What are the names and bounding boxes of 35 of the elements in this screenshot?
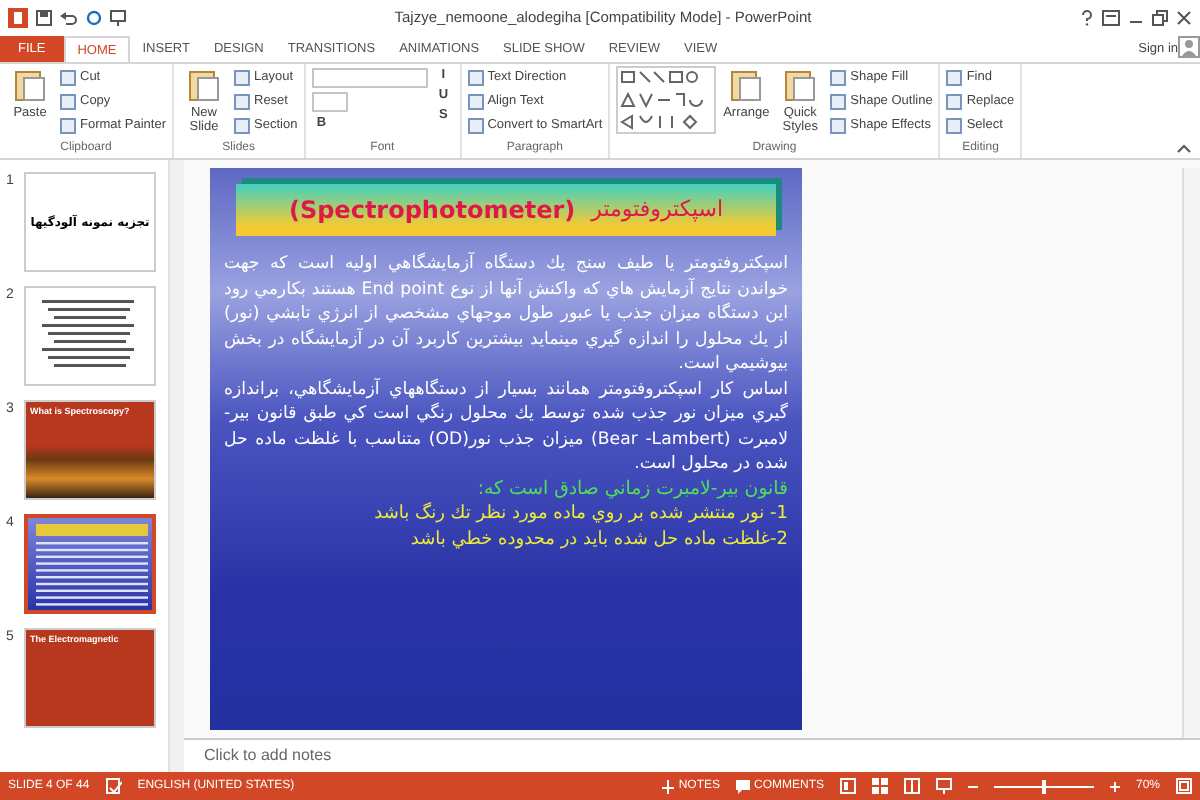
font-size-field[interactable] xyxy=(311,92,348,112)
slide-paragraph: اساس کار اسپکتروفتومتر همانند بسیار از دستگاههاي آزمایشگاهي، براندازه گیري میزان نور جذب شده توسط یك محلول رنگي است کي طبق قانون بیر-لامبرت (Bear -Lambert) میزان جذب نور(OD) متناسب با غلظت ماده حل شده در محلول است. xyxy=(224,377,788,477)
list-item: 1- نور منتشر شده بر روي ماده مورد نظر تك رنگ باشد xyxy=(372,502,788,527)
slide-subheading: قانون بیر-لامبرت زماني صادق است که: xyxy=(475,477,788,502)
notes-field[interactable]: Click to add notes xyxy=(184,738,1200,772)
user-avatar-icon[interactable] xyxy=(1178,36,1200,58)
slideshow-icon[interactable] xyxy=(935,778,952,794)
app-logo-icon[interactable] xyxy=(8,8,28,28)
help-icon[interactable] xyxy=(1080,10,1094,26)
close-icon[interactable] xyxy=(1176,10,1192,26)
spellcheck-icon[interactable] xyxy=(105,778,122,794)
scrollbar[interactable] xyxy=(168,160,184,772)
notes-icon xyxy=(662,779,675,793)
zoom-slider-thumb[interactable] xyxy=(1041,779,1046,793)
collapse-ribbon-icon[interactable] xyxy=(1176,142,1192,154)
present-icon[interactable] xyxy=(110,10,126,26)
slide-title: (Spectrophotometer) xyxy=(288,194,576,228)
slide-paragraph: اسپکتروفتومتر یا طیف سنج یك دستگاه آزمایشگاهي اولیه است که جهت خواندن نتایج آزمایش هاي که واکنش آنها از نوع End point هستند بکارمي رود این دستگاه میزان جذب یا عبور طول موجهاي مشخصي از انرژي تابشي (نور) از یك محلول را اندازه گیري مینماید بیشترین کاربرد آن در آزمایشگاه در بخش بیوشیمي است. xyxy=(224,252,788,377)
restore-icon[interactable] xyxy=(1152,10,1168,26)
font-name-field[interactable] xyxy=(311,68,428,88)
reading-view-icon[interactable] xyxy=(903,778,920,794)
ribbon-display-icon[interactable] xyxy=(1102,10,1120,26)
slide-thumbnail[interactable] xyxy=(24,286,156,386)
normal-view-icon[interactable] xyxy=(839,778,856,794)
save-icon[interactable] xyxy=(36,10,52,26)
zoom-out-icon[interactable] xyxy=(967,781,978,791)
scrollbar[interactable] xyxy=(1182,168,1200,738)
slide-thumbnail[interactable] xyxy=(24,514,156,614)
zoom-in-icon[interactable] xyxy=(1109,781,1120,791)
slide-sorter-icon[interactable] xyxy=(871,778,888,794)
list-item: 2-غلظت ماده حل شده باید در محدوده خطي باشد xyxy=(408,527,788,552)
fit-slide-icon[interactable] xyxy=(1176,778,1192,794)
comment-icon xyxy=(735,779,750,793)
slide-title: اسپکتروفتومتر xyxy=(591,193,724,226)
undo-icon[interactable] xyxy=(60,10,78,26)
